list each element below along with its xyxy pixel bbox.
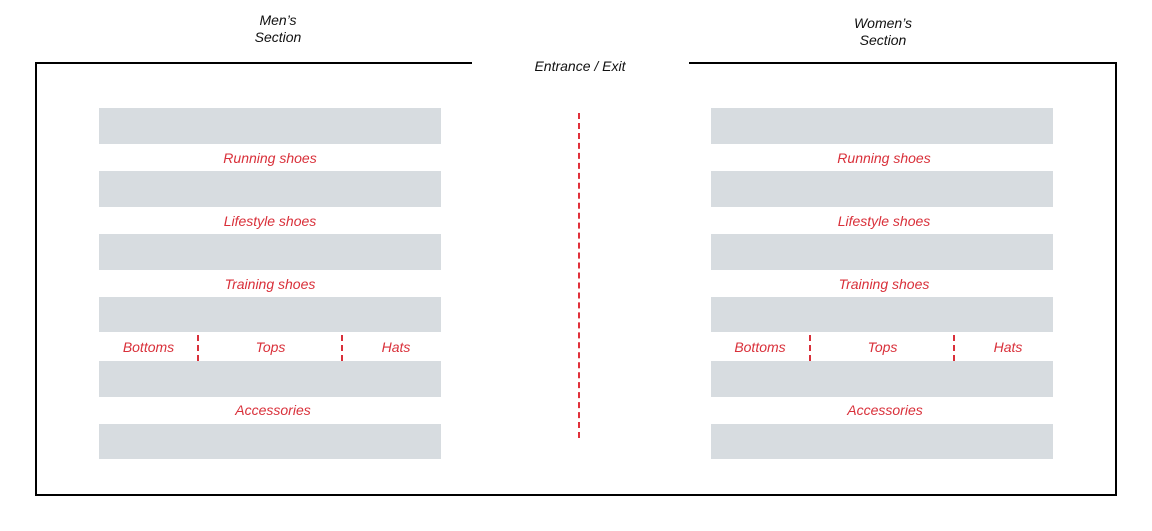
aisle-hats: Hats (381, 339, 411, 355)
shelf (99, 171, 441, 207)
shelf (99, 361, 441, 397)
top-wall-right (689, 62, 1117, 64)
aisle-accessories: Accessories (235, 402, 311, 418)
mens-section-title: Men’s Section (228, 12, 328, 46)
top-wall-left (35, 62, 472, 64)
aisle-lifestyle-shoes: Lifestyle shoes (837, 213, 931, 229)
right-wall (1115, 62, 1117, 496)
shelf (711, 234, 1053, 270)
aisle-training-shoes: Training shoes (838, 276, 930, 292)
aisle-hats: Hats (993, 339, 1023, 355)
aisle-tops: Tops (867, 339, 898, 355)
womens-section-title-line1: Women’s (853, 15, 913, 31)
shelf (99, 234, 441, 270)
aisle-lifestyle-shoes: Lifestyle shoes (223, 213, 317, 229)
shelf (711, 108, 1053, 144)
shelf (711, 361, 1053, 397)
aisle-tops: Tops (255, 339, 286, 355)
center-divider-line (578, 113, 580, 438)
aisle-running-shoes: Running shoes (223, 150, 317, 166)
entrance-exit-label: Entrance / Exit (534, 58, 626, 74)
shelf (99, 297, 441, 332)
shelf (99, 424, 441, 459)
left-wall (35, 62, 37, 496)
aisle-running-shoes: Running shoes (837, 150, 931, 166)
aisle-training-shoes: Training shoes (224, 276, 316, 292)
womens-section-title: Women’s Section (833, 15, 933, 49)
shelf (99, 108, 441, 144)
mens-section-title-line2: Section (254, 29, 302, 45)
shelf (711, 297, 1053, 332)
shelf (711, 171, 1053, 207)
mens-section-title-line1: Men’s (259, 12, 297, 28)
womens-section-title-line2: Section (859, 32, 907, 48)
aisle-bottoms: Bottoms (122, 339, 175, 355)
aisle-bottoms: Bottoms (734, 339, 786, 355)
bottom-wall (35, 494, 1117, 496)
shelf (711, 424, 1053, 459)
aisle-accessories: Accessories (847, 402, 923, 418)
